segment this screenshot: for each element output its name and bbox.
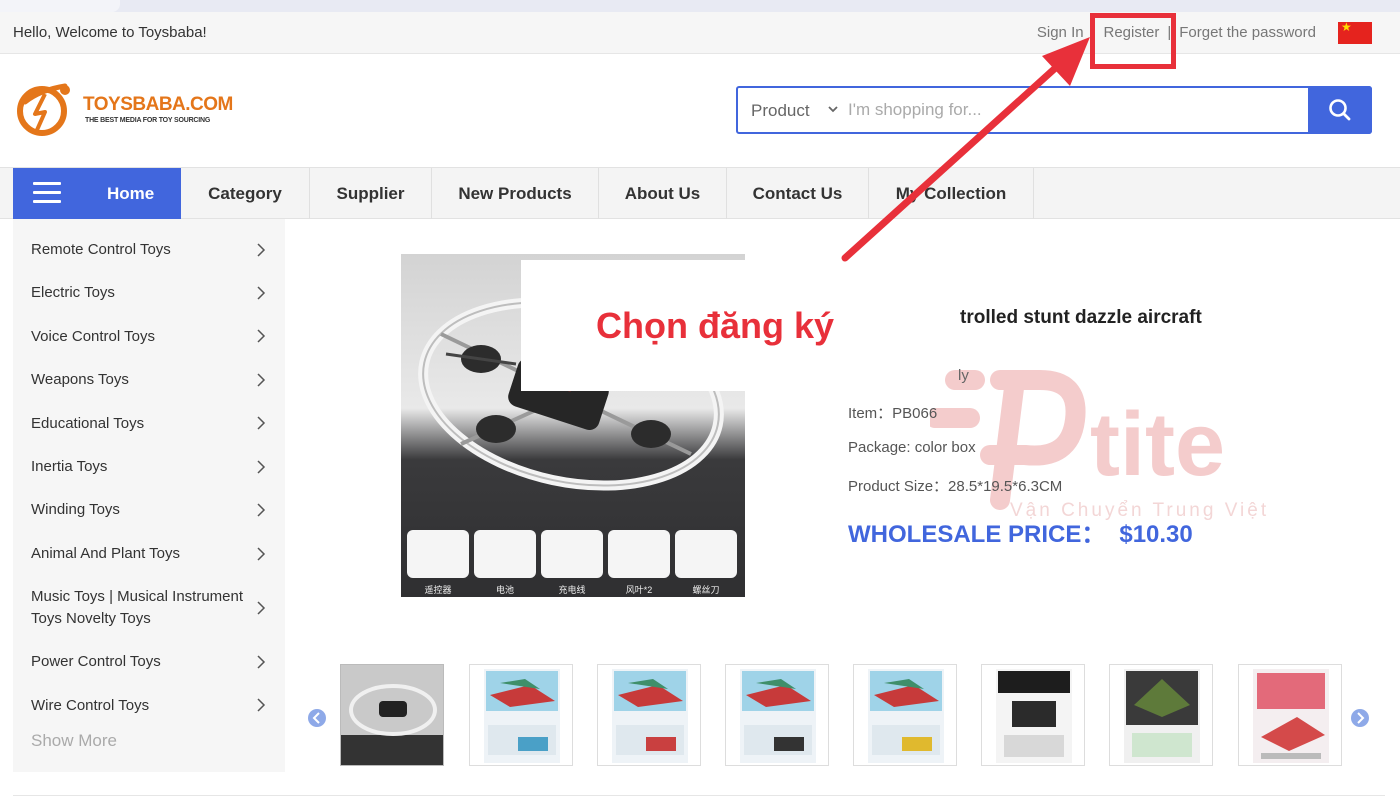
page: Hello, Welcome to Toysbaba! Sign In | Regi… bbox=[0, 0, 1400, 800]
annotation-arrow-icon bbox=[841, 37, 1090, 262]
